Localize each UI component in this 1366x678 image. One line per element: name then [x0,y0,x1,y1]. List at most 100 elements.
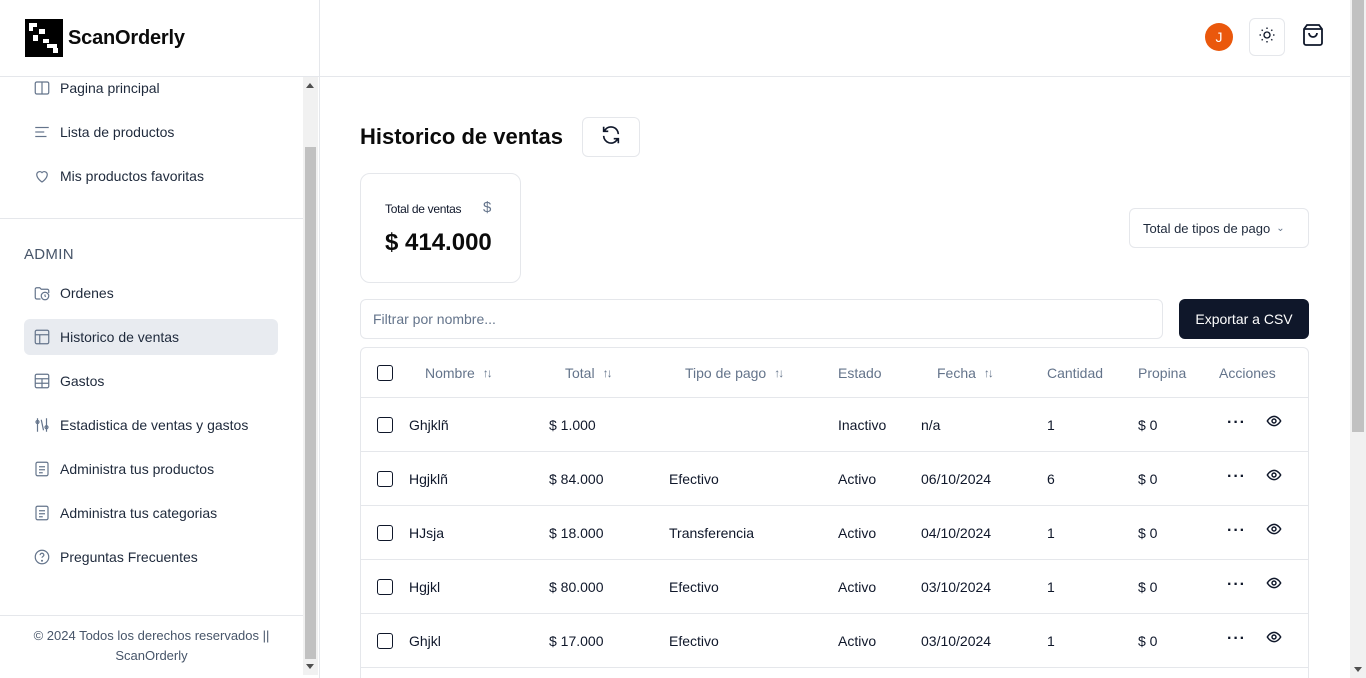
sidebar-item-label: Preguntas Frecuentes [60,549,198,565]
row-checkbox[interactable] [377,632,393,649]
sidebar-item-gastos[interactable]: Gastos [24,363,278,399]
scroll-down-arrow-icon[interactable] [306,664,314,669]
eye-icon [1266,467,1282,486]
admin-section-label: ADMIN [24,246,74,263]
header-label: Total [565,364,595,381]
theme-toggle-button[interactable] [1249,18,1285,56]
eye-icon [1266,521,1282,540]
view-button[interactable] [1266,612,1282,665]
sales-table: Nombre ↑↓ Total ↑↓ Tipo de pago ↑↓ Estado F… [360,347,1309,678]
more-horizontal-icon: ··· [1227,575,1246,593]
grid-icon [32,371,52,391]
sidebar-item-administra-categorias[interactable]: Administra tus categorias [24,495,278,531]
cell-propina: $ 0 [1138,470,1158,487]
column-header-fecha[interactable]: Fecha ↑↓ [937,348,994,397]
filter-name-input[interactable] [360,299,1163,339]
row-checkbox-cell [377,452,393,505]
payment-type-select[interactable]: Total de tipos de pago ⌄ [1129,208,1309,248]
cell-total: $ 84.000 [549,470,604,487]
avatar[interactable]: J [1205,23,1233,51]
cell-propina: $ 0 [1138,578,1158,595]
cell-tipo-pago: Efectivo [669,632,719,649]
file-text-icon [32,459,52,479]
logo[interactable]: ScanOrderly [0,0,319,77]
cell-fecha: 03/10/2024 [921,632,992,649]
sidebar-item-ordenes[interactable]: Ordenes [24,275,278,311]
export-csv-button[interactable]: Exportar a CSV [1179,299,1309,339]
column-header-cantidad: Cantidad [1047,364,1104,381]
sidebar-item-historico-de-ventas[interactable]: Historico de ventas [24,319,278,355]
sidebar-item-administra-productos[interactable]: Administra tus productos [24,451,278,487]
more-horizontal-icon: ··· [1227,629,1246,647]
scrollbar-thumb[interactable] [305,147,316,659]
sun-icon [1258,26,1276,49]
select-all-checkbox[interactable] [377,364,393,381]
shopping-bag-icon [1301,23,1325,52]
table-row: Ghjkl $ 17.000 Efectivo Activo 03/10/202… [361,612,1308,668]
view-button[interactable] [1266,504,1282,557]
cell-total: $ 18.000 [549,524,604,541]
more-actions-button[interactable]: ··· [1227,396,1246,449]
sidebar-item-favoritos[interactable]: Mis productos favoritas [24,158,278,194]
column-header-tipo-pago[interactable]: Tipo de pago ↑↓ [685,348,784,397]
cell-propina: $ 0 [1138,632,1158,649]
logo-text: ScanOrderly [68,26,185,49]
cell-fecha: n/a [921,416,941,433]
column-header-total[interactable]: Total ↑↓ [565,348,613,397]
cell-total: $ 17.000 [549,632,604,649]
sidebar-item-label: Administra tus categorias [60,505,218,521]
sort-icon: ↑↓ [482,365,493,380]
row-checkbox[interactable] [377,416,393,433]
chevron-down-icon: ⌄ [1276,222,1285,234]
row-checkbox-cell [377,506,393,559]
cell-total: $ 80.000 [549,578,604,595]
table-row: Hgjklñ $ 84.000 Efectivo Activo 06/10/20… [361,450,1308,506]
sidebar-item-pagina-principal[interactable]: Pagina principal [24,77,278,106]
row-checkbox[interactable] [377,578,393,595]
eye-icon [1266,413,1282,432]
cell-nombre: Ghjkl [409,632,441,649]
column-header-nombre[interactable]: Nombre ↑↓ [425,348,493,397]
cell-tipo-pago: Transferencia [669,524,755,541]
cell-fecha: 04/10/2024 [921,524,992,541]
cart-button[interactable] [1299,22,1327,52]
table-row: Hgjkl $ 80.000 Efectivo Activo 03/10/202… [361,558,1308,614]
more-actions-button[interactable]: ··· [1227,504,1246,557]
table-row: HJsja $ 18.000 Transferencia Activo 04/1… [361,504,1308,560]
row-checkbox[interactable] [377,470,393,487]
view-button[interactable] [1266,450,1282,503]
sidebar-item-preguntas-frecuentes[interactable]: Preguntas Frecuentes [24,539,278,575]
sidebar-scrollbar[interactable] [303,77,318,675]
cell-cantidad: 1 [1047,524,1055,541]
header-label: Nombre [425,364,475,381]
book-open-icon [32,78,52,98]
refresh-button[interactable] [582,117,640,157]
more-actions-button[interactable]: ··· [1227,612,1246,665]
sidebar-item-estadistica[interactable]: Estadistica de ventas y gastos [24,407,278,443]
more-actions-button[interactable]: ··· [1227,558,1246,611]
chart-icon [32,415,52,435]
row-checkbox[interactable] [377,524,393,541]
view-button[interactable] [1266,396,1282,449]
sidebar-item-lista-de-productos[interactable]: Lista de productos [24,114,278,150]
cell-tipo-pago: Efectivo [669,470,719,487]
view-button[interactable] [1266,558,1282,611]
page-scrollbar-thumb[interactable] [1352,0,1364,432]
cell-estado: Activo [838,578,877,595]
sidebar-nav: Pagina principal Lista de productos Mis … [0,77,303,615]
page-title: Historico de ventas [360,124,563,149]
cell-total: $ 1.000 [549,416,596,433]
folder-clock-icon [32,283,52,303]
sort-icon: ↑↓ [983,365,994,380]
table-icon [32,327,52,347]
cell-propina: $ 0 [1138,524,1158,541]
header-label: Tipo de pago [685,364,767,381]
page-scrollbar[interactable] [1350,0,1366,678]
cell-estado: Activo [838,632,877,649]
cell-tipo-pago: Efectivo [669,578,719,595]
more-actions-button[interactable]: ··· [1227,450,1246,503]
scroll-down-arrow-icon[interactable] [1354,667,1362,672]
scroll-up-arrow-icon[interactable] [306,83,314,88]
card-value: $ 414.000 [385,229,492,256]
table-header-row: Nombre ↑↓ Total ↑↓ Tipo de pago ↑↓ Estado F… [361,348,1308,398]
